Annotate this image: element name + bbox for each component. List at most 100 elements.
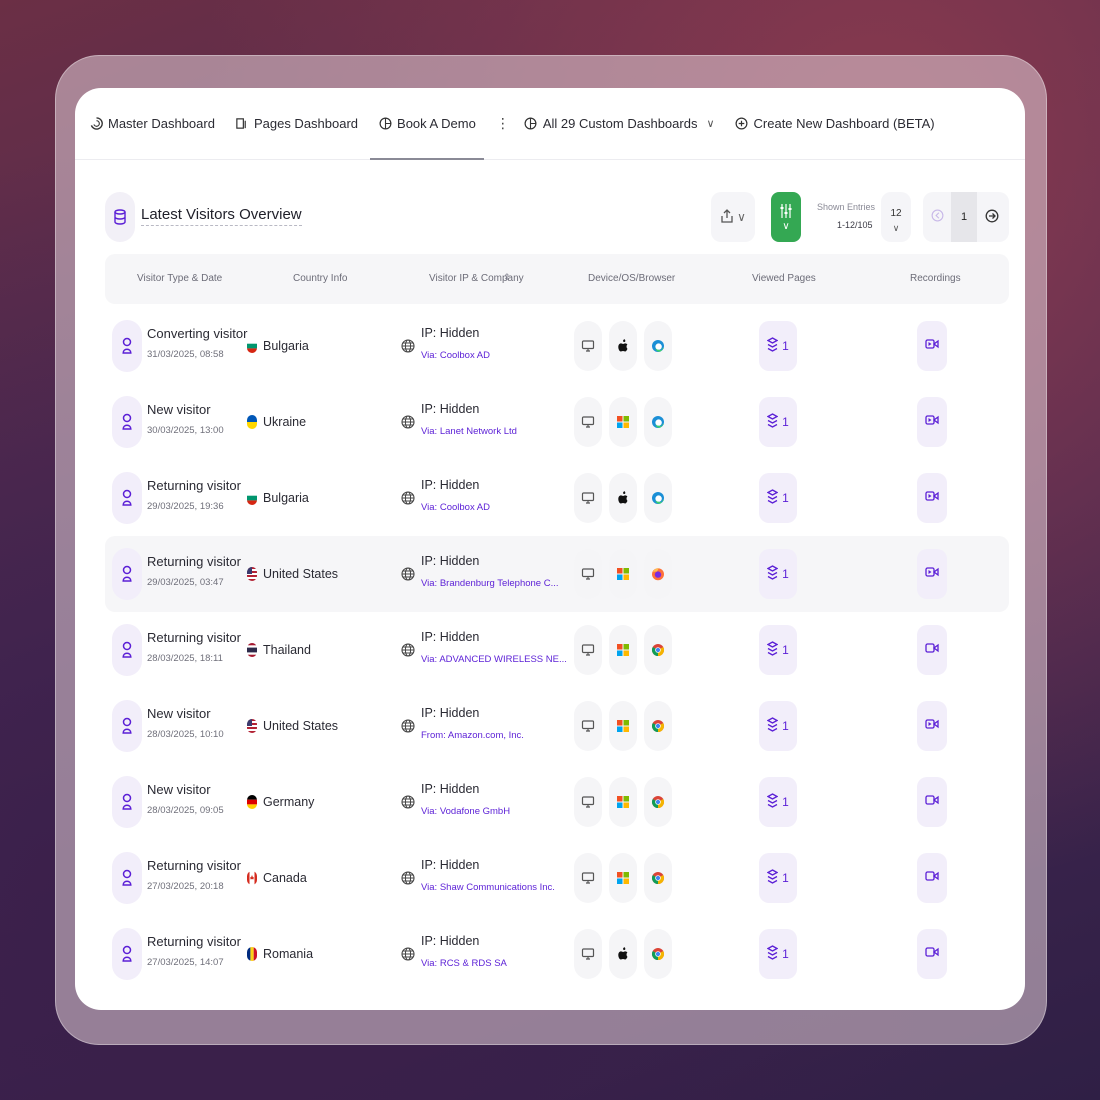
column-header[interactable]: Visitor Type & Date bbox=[137, 273, 222, 284]
dashboard-window: Master Dashboard Pages Dashboard Book A … bbox=[75, 88, 1025, 1010]
visitor-ip: IP: Hidden bbox=[421, 782, 480, 796]
visit-date: 28/03/2025, 09:05 bbox=[147, 805, 224, 816]
table-row[interactable]: Returning visitor 29/03/2025, 03:47 United… bbox=[105, 536, 1009, 612]
visitor-company[interactable]: Via: Coolbox AD bbox=[421, 502, 490, 513]
per-page-select[interactable]: 12 ∨ bbox=[881, 192, 911, 242]
nav-label: Master Dashboard bbox=[108, 116, 215, 131]
windows-icon bbox=[609, 853, 637, 903]
viewed-pages-count: 1 bbox=[782, 719, 789, 733]
viewed-pages-button[interactable]: 1 bbox=[759, 625, 797, 675]
visitor-type: New visitor bbox=[147, 402, 211, 417]
visitor-ip: IP: Hidden bbox=[421, 630, 480, 644]
column-header[interactable]: Device/OS/Browser bbox=[588, 273, 675, 284]
visitor-company[interactable]: Via: Coolbox AD bbox=[421, 350, 490, 361]
globe-icon bbox=[401, 567, 415, 581]
recording-button[interactable] bbox=[917, 397, 947, 447]
viewed-pages-count: 1 bbox=[782, 643, 789, 657]
layers-icon bbox=[766, 640, 779, 660]
visitor-company[interactable]: Via: Brandenburg Telephone C... bbox=[421, 578, 559, 589]
nav-book-a-demo[interactable]: Book A Demo bbox=[370, 88, 484, 160]
nav-pages-dashboard[interactable]: Pages Dashboard bbox=[235, 88, 358, 160]
recording-button[interactable] bbox=[917, 473, 947, 523]
viewed-pages-count: 1 bbox=[782, 567, 789, 581]
country-name: Canada bbox=[263, 871, 307, 885]
nav-custom-dashboards[interactable]: All 29 Custom Dashboards ∨ bbox=[524, 88, 715, 160]
de-flag-icon bbox=[247, 795, 257, 809]
viewed-pages-button[interactable]: 1 bbox=[759, 701, 797, 751]
table-row[interactable]: Returning visitor 29/03/2025, 19:36 Bulgar… bbox=[105, 460, 1009, 536]
column-header[interactable]: Recordings bbox=[910, 273, 961, 284]
globe-icon bbox=[401, 871, 415, 885]
viewed-pages-button[interactable]: 1 bbox=[759, 777, 797, 827]
recording-button[interactable] bbox=[917, 549, 947, 599]
viewed-pages-button[interactable]: 1 bbox=[759, 321, 797, 371]
visitor-icon bbox=[112, 624, 142, 676]
us-flag-icon bbox=[247, 719, 257, 733]
visitor-company[interactable]: Via: ADVANCED WIRELESS NE... bbox=[421, 654, 567, 665]
filter-button[interactable]: ∨ bbox=[771, 192, 801, 242]
chevron-down-icon: ∨ bbox=[706, 118, 715, 130]
plus-circle-icon bbox=[735, 117, 749, 131]
chevron-down-icon: ∨ bbox=[782, 220, 790, 232]
layers-icon bbox=[766, 412, 779, 432]
viewed-pages-count: 1 bbox=[782, 491, 789, 505]
prev-page-icon[interactable] bbox=[923, 209, 951, 225]
edge-icon bbox=[644, 321, 672, 371]
sort-icon[interactable]: ⇕ bbox=[503, 272, 511, 283]
visitor-ip: IP: Hidden bbox=[421, 326, 480, 340]
visit-date: 30/03/2025, 13:00 bbox=[147, 425, 224, 436]
table-row[interactable]: Returning visitor 28/03/2025, 18:11 Thaila… bbox=[105, 612, 1009, 688]
apple-icon bbox=[609, 929, 637, 979]
visit-date: 27/03/2025, 20:18 bbox=[147, 881, 224, 892]
viewed-pages-button[interactable]: 1 bbox=[759, 473, 797, 523]
column-header[interactable]: Country Info bbox=[293, 273, 347, 284]
recording-button[interactable] bbox=[917, 929, 947, 979]
more-icon[interactable]: ⋮ bbox=[496, 115, 510, 132]
desktop-icon bbox=[574, 929, 602, 979]
recording-button[interactable] bbox=[917, 701, 947, 751]
visitor-type: Returning visitor bbox=[147, 934, 241, 949]
visitor-company[interactable]: Via: RCS & RDS SA bbox=[421, 958, 507, 969]
viewed-pages-button[interactable]: 1 bbox=[759, 549, 797, 599]
edge-icon bbox=[644, 397, 672, 447]
nav-label: Create New Dashboard (BETA) bbox=[753, 116, 935, 131]
table-row[interactable]: New visitor 30/03/2025, 13:00 Ukraine IP: H… bbox=[105, 384, 1009, 460]
nav-master-dashboard[interactable]: Master Dashboard bbox=[89, 88, 215, 160]
visitor-company[interactable]: Via: Lanet Network Ltd bbox=[421, 426, 517, 437]
next-page-icon[interactable] bbox=[977, 209, 1007, 226]
export-button[interactable]: ∨ bbox=[711, 192, 755, 242]
recording-button[interactable] bbox=[917, 625, 947, 675]
filter-icon bbox=[779, 203, 793, 222]
recording-button[interactable] bbox=[917, 321, 947, 371]
recording-button[interactable] bbox=[917, 777, 947, 827]
visitor-type: Returning visitor bbox=[147, 554, 241, 569]
desktop-icon bbox=[574, 853, 602, 903]
viewed-pages-count: 1 bbox=[782, 339, 789, 353]
nav-create-dashboard[interactable]: Create New Dashboard (BETA) bbox=[735, 88, 935, 160]
table-row[interactable]: Converting visitor 31/03/2025, 08:58 Bulga… bbox=[105, 308, 1009, 384]
viewed-pages-count: 1 bbox=[782, 947, 789, 961]
table-row[interactable]: New visitor 28/03/2025, 09:05 Germany IP: H… bbox=[105, 764, 1009, 840]
us-flag-icon bbox=[247, 567, 257, 581]
table-row[interactable]: New visitor 28/03/2025, 10:10 United State… bbox=[105, 688, 1009, 764]
visitor-company[interactable]: Via: Shaw Communications Inc. bbox=[421, 882, 555, 893]
current-page[interactable]: 1 bbox=[951, 192, 977, 242]
table-row[interactable]: Returning visitor 27/03/2025, 14:07 Romani… bbox=[105, 916, 1009, 992]
viewed-pages-button[interactable]: 1 bbox=[759, 853, 797, 903]
column-header[interactable]: Viewed Pages bbox=[752, 273, 816, 284]
visitor-ip: IP: Hidden bbox=[421, 858, 480, 872]
database-icon bbox=[105, 192, 135, 242]
viewed-pages-button[interactable]: 1 bbox=[759, 397, 797, 447]
video-icon bbox=[925, 945, 939, 963]
recording-button[interactable] bbox=[917, 853, 947, 903]
visitor-company[interactable]: Via: Vodafone GmbH bbox=[421, 806, 510, 817]
visitor-company[interactable]: From: Amazon.com, Inc. bbox=[421, 730, 524, 741]
visit-date: 27/03/2025, 14:07 bbox=[147, 957, 224, 968]
pagination: 1 bbox=[923, 192, 1009, 242]
visitor-ip: IP: Hidden bbox=[421, 478, 480, 492]
visitor-type: Returning visitor bbox=[147, 630, 241, 645]
visit-date: 29/03/2025, 03:47 bbox=[147, 577, 224, 588]
table-row[interactable]: Returning visitor 27/03/2025, 20:18 Canada… bbox=[105, 840, 1009, 916]
chrome-icon bbox=[644, 853, 672, 903]
viewed-pages-button[interactable]: 1 bbox=[759, 929, 797, 979]
